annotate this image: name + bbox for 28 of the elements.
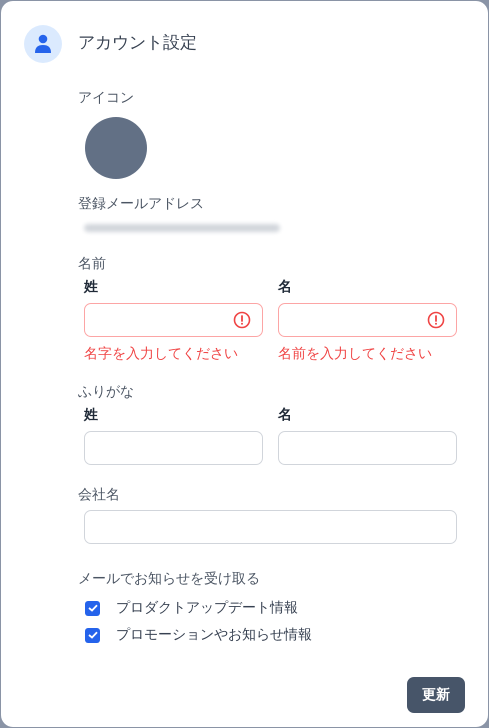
section-label: 会社名 [78, 486, 120, 505]
checkbox[interactable] [85, 628, 100, 642]
field-label: 名 [278, 406, 292, 425]
company-field[interactable] [84, 510, 457, 544]
check-icon [88, 631, 98, 639]
section-label: 登録メールアドレス [78, 195, 204, 214]
field-label: 名 [278, 278, 292, 297]
field-label: 姓 [84, 278, 98, 297]
error-message: 名字を入力してください [84, 345, 238, 364]
error-message: 名前を入力してください [278, 345, 432, 364]
text-field[interactable] [278, 303, 457, 337]
checkbox-label: プロモーションやお知らせ情報 [116, 626, 312, 645]
error-icon [427, 311, 445, 329]
section-label: メールでお知らせを受け取る [78, 570, 260, 589]
section-label: 名前 [78, 255, 107, 274]
checkbox[interactable] [85, 600, 100, 616]
text-field[interactable] [84, 303, 263, 337]
field-label: 姓 [84, 406, 98, 425]
section-label: アイコン [78, 89, 134, 108]
section-label: ふりがな [78, 383, 135, 402]
text-field[interactable] [278, 431, 457, 465]
checkbox-label: プロダクトアップデート情報 [116, 599, 298, 618]
check-icon [88, 604, 98, 612]
error-icon [233, 311, 251, 329]
user-icon [24, 25, 62, 63]
update-button[interactable]: 更新 [407, 677, 465, 713]
text-field[interactable] [84, 431, 263, 465]
dialog-title: アカウント設定 [78, 32, 197, 56]
